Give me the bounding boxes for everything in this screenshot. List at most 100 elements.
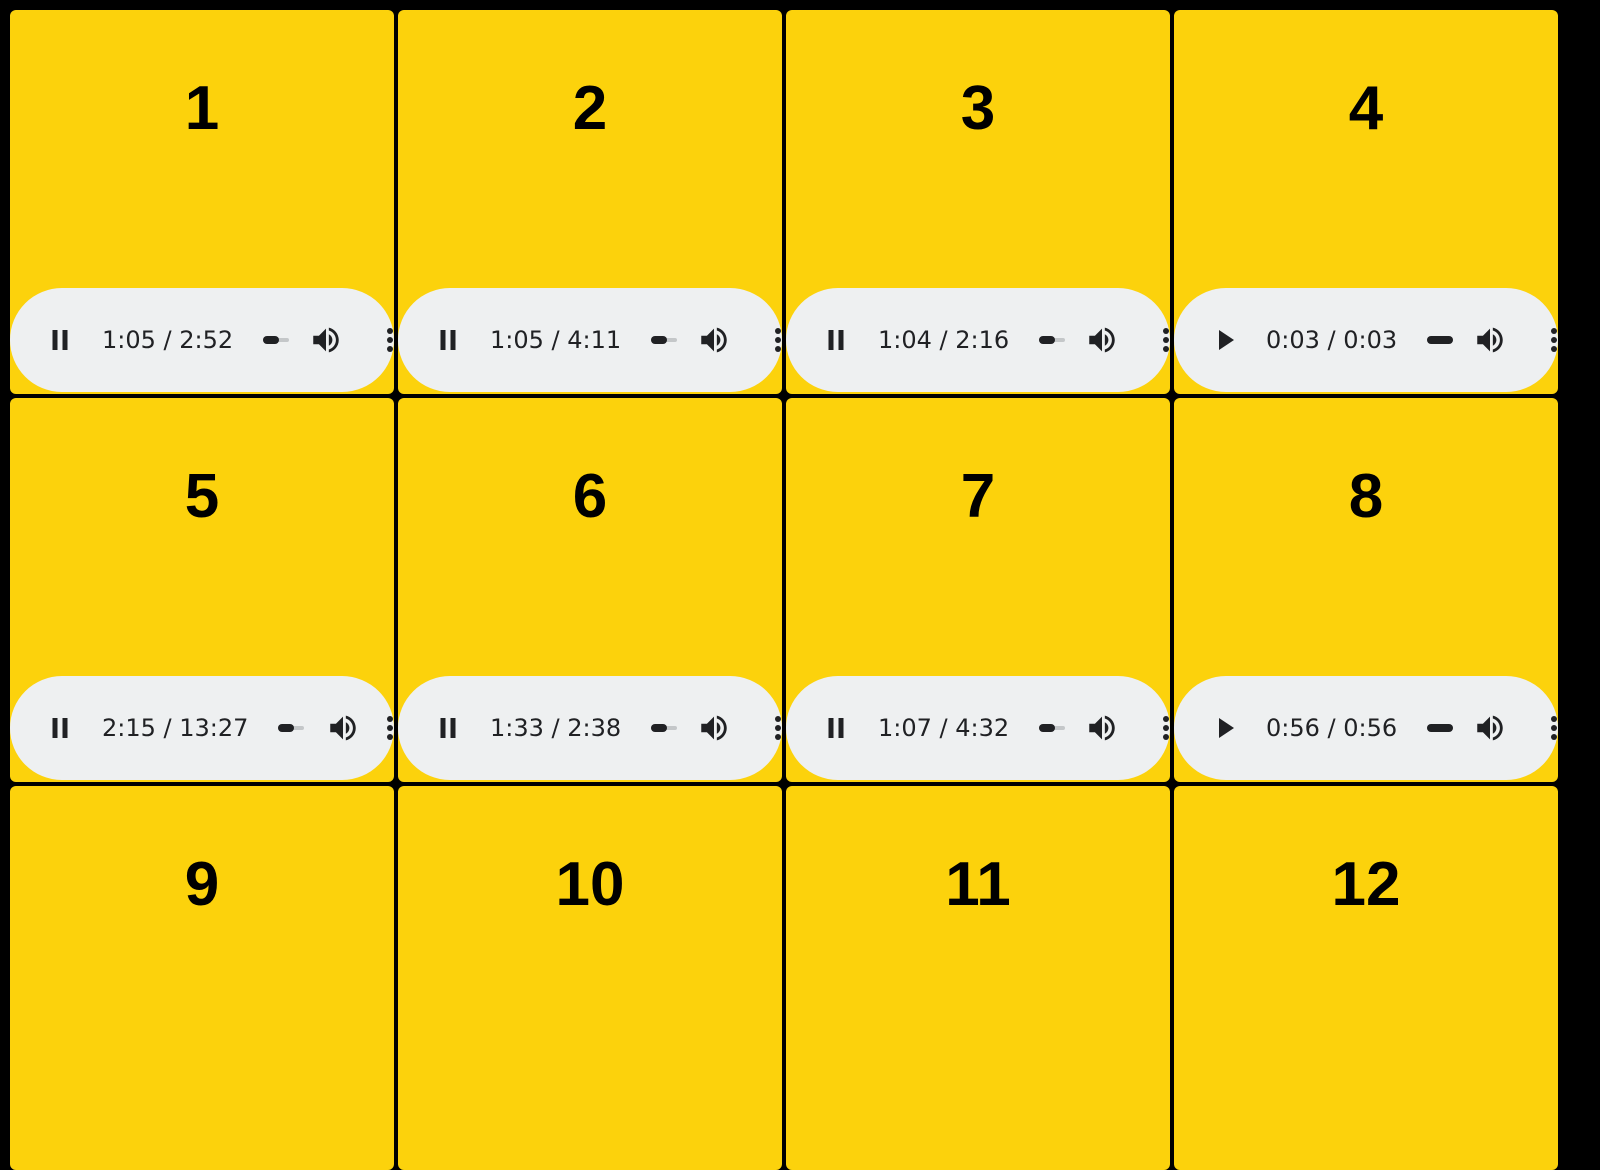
tile: 3 1:04 / 2:16 bbox=[786, 10, 1170, 394]
more-options-button[interactable] bbox=[1160, 326, 1170, 354]
volume-icon bbox=[330, 715, 356, 741]
more-vert-icon bbox=[775, 716, 781, 740]
volume-slider[interactable] bbox=[651, 724, 677, 732]
tile-number: 10 bbox=[555, 850, 625, 919]
pause-button[interactable] bbox=[42, 324, 78, 356]
pause-button[interactable] bbox=[42, 712, 78, 744]
volume-slider[interactable] bbox=[1427, 336, 1453, 344]
pause-icon bbox=[828, 718, 844, 738]
volume-slider[interactable] bbox=[1039, 724, 1065, 732]
volume-slider[interactable] bbox=[263, 336, 289, 344]
time-display: 1:05 / 2:52 bbox=[102, 326, 234, 354]
more-options-button[interactable] bbox=[1548, 714, 1558, 742]
more-vert-icon bbox=[1163, 328, 1169, 352]
more-vert-icon bbox=[387, 716, 393, 740]
pause-icon bbox=[440, 330, 456, 350]
pause-button[interactable] bbox=[430, 712, 466, 744]
pause-icon bbox=[440, 718, 456, 738]
tile: 10 bbox=[398, 786, 782, 1170]
mute-button[interactable] bbox=[697, 324, 731, 356]
play-button[interactable] bbox=[1206, 712, 1242, 744]
tile: 9 bbox=[10, 786, 394, 1170]
tile-number: 4 bbox=[1348, 74, 1384, 143]
audio-player: 0:56 / 0:56 bbox=[1174, 676, 1558, 780]
time-display: 2:15 / 13:27 bbox=[102, 714, 249, 742]
pause-button[interactable] bbox=[818, 712, 854, 744]
more-options-button[interactable] bbox=[1160, 714, 1170, 742]
audio-player: 1:05 / 4:11 bbox=[398, 288, 782, 392]
volume-icon bbox=[1477, 715, 1503, 741]
tile: 6 1:33 / 2:38 bbox=[398, 398, 782, 782]
tile-number: 9 bbox=[184, 850, 220, 919]
play-icon bbox=[1219, 330, 1234, 350]
mute-button[interactable] bbox=[1473, 324, 1507, 356]
play-button[interactable] bbox=[1206, 324, 1242, 356]
mute-button[interactable] bbox=[1085, 324, 1119, 356]
pause-button[interactable] bbox=[430, 324, 466, 356]
volume-level bbox=[1039, 336, 1055, 344]
mute-button[interactable] bbox=[1473, 712, 1507, 744]
mute-button[interactable] bbox=[326, 712, 360, 744]
pause-icon bbox=[52, 718, 68, 738]
tile-number: 8 bbox=[1348, 462, 1384, 531]
tile-number: 1 bbox=[184, 74, 220, 143]
tile-number: 3 bbox=[960, 74, 996, 143]
more-options-button[interactable] bbox=[384, 326, 394, 354]
mute-button[interactable] bbox=[697, 712, 731, 744]
volume-icon bbox=[1477, 327, 1503, 353]
more-options-button[interactable] bbox=[1548, 326, 1558, 354]
volume-slider[interactable] bbox=[1039, 336, 1065, 344]
tile: 12 bbox=[1174, 786, 1558, 1170]
tile-number: 5 bbox=[184, 462, 220, 531]
mute-button[interactable] bbox=[309, 324, 343, 356]
volume-slider[interactable] bbox=[278, 724, 304, 732]
volume-icon bbox=[701, 715, 727, 741]
time-display: 1:04 / 2:16 bbox=[878, 326, 1010, 354]
time-display: 0:56 / 0:56 bbox=[1266, 714, 1398, 742]
pause-icon bbox=[828, 330, 844, 350]
tile: 1 1:05 / 2:52 bbox=[10, 10, 394, 394]
audio-player: 2:15 / 13:27 bbox=[10, 676, 394, 780]
volume-level bbox=[263, 336, 279, 344]
more-options-button[interactable] bbox=[772, 714, 782, 742]
time-display: 1:33 / 2:38 bbox=[490, 714, 622, 742]
mute-button[interactable] bbox=[1085, 712, 1119, 744]
tile-number: 11 bbox=[945, 850, 1011, 919]
more-options-button[interactable] bbox=[384, 714, 394, 742]
tile-number: 2 bbox=[572, 74, 608, 143]
volume-level bbox=[651, 336, 667, 344]
more-vert-icon bbox=[775, 328, 781, 352]
tile-number: 6 bbox=[572, 462, 608, 531]
volume-level bbox=[651, 724, 667, 732]
tile: 8 0:56 / 0:56 bbox=[1174, 398, 1558, 782]
more-vert-icon bbox=[1551, 328, 1557, 352]
volume-level bbox=[1427, 336, 1453, 344]
tile-number: 7 bbox=[960, 462, 996, 531]
audio-player: 1:04 / 2:16 bbox=[786, 288, 1170, 392]
play-icon bbox=[1219, 718, 1234, 738]
volume-icon bbox=[701, 327, 727, 353]
time-display: 1:07 / 4:32 bbox=[878, 714, 1010, 742]
volume-slider[interactable] bbox=[1427, 724, 1453, 732]
time-display: 1:05 / 4:11 bbox=[490, 326, 622, 354]
audio-player: 1:07 / 4:32 bbox=[786, 676, 1170, 780]
volume-icon bbox=[1089, 715, 1115, 741]
volume-slider[interactable] bbox=[651, 336, 677, 344]
volume-level bbox=[278, 724, 294, 732]
more-vert-icon bbox=[387, 328, 393, 352]
more-options-button[interactable] bbox=[772, 326, 782, 354]
tile: 4 0:03 / 0:03 bbox=[1174, 10, 1558, 394]
tile: 5 2:15 / 13:27 bbox=[10, 398, 394, 782]
more-vert-icon bbox=[1551, 716, 1557, 740]
audio-player: 0:03 / 0:03 bbox=[1174, 288, 1558, 392]
tile: 2 1:05 / 4:11 bbox=[398, 10, 782, 394]
more-vert-icon bbox=[1163, 716, 1169, 740]
tile: 11 bbox=[786, 786, 1170, 1170]
pause-button[interactable] bbox=[818, 324, 854, 356]
volume-icon bbox=[1089, 327, 1115, 353]
tile-number: 12 bbox=[1331, 850, 1401, 919]
audio-player: 1:33 / 2:38 bbox=[398, 676, 782, 780]
tile-grid: 1 1:05 / 2:52 2 1:05 / 4:11 3 1:04 / 2:16 4 0:0… bbox=[0, 0, 1600, 1170]
volume-icon bbox=[313, 327, 339, 353]
pause-icon bbox=[52, 330, 68, 350]
